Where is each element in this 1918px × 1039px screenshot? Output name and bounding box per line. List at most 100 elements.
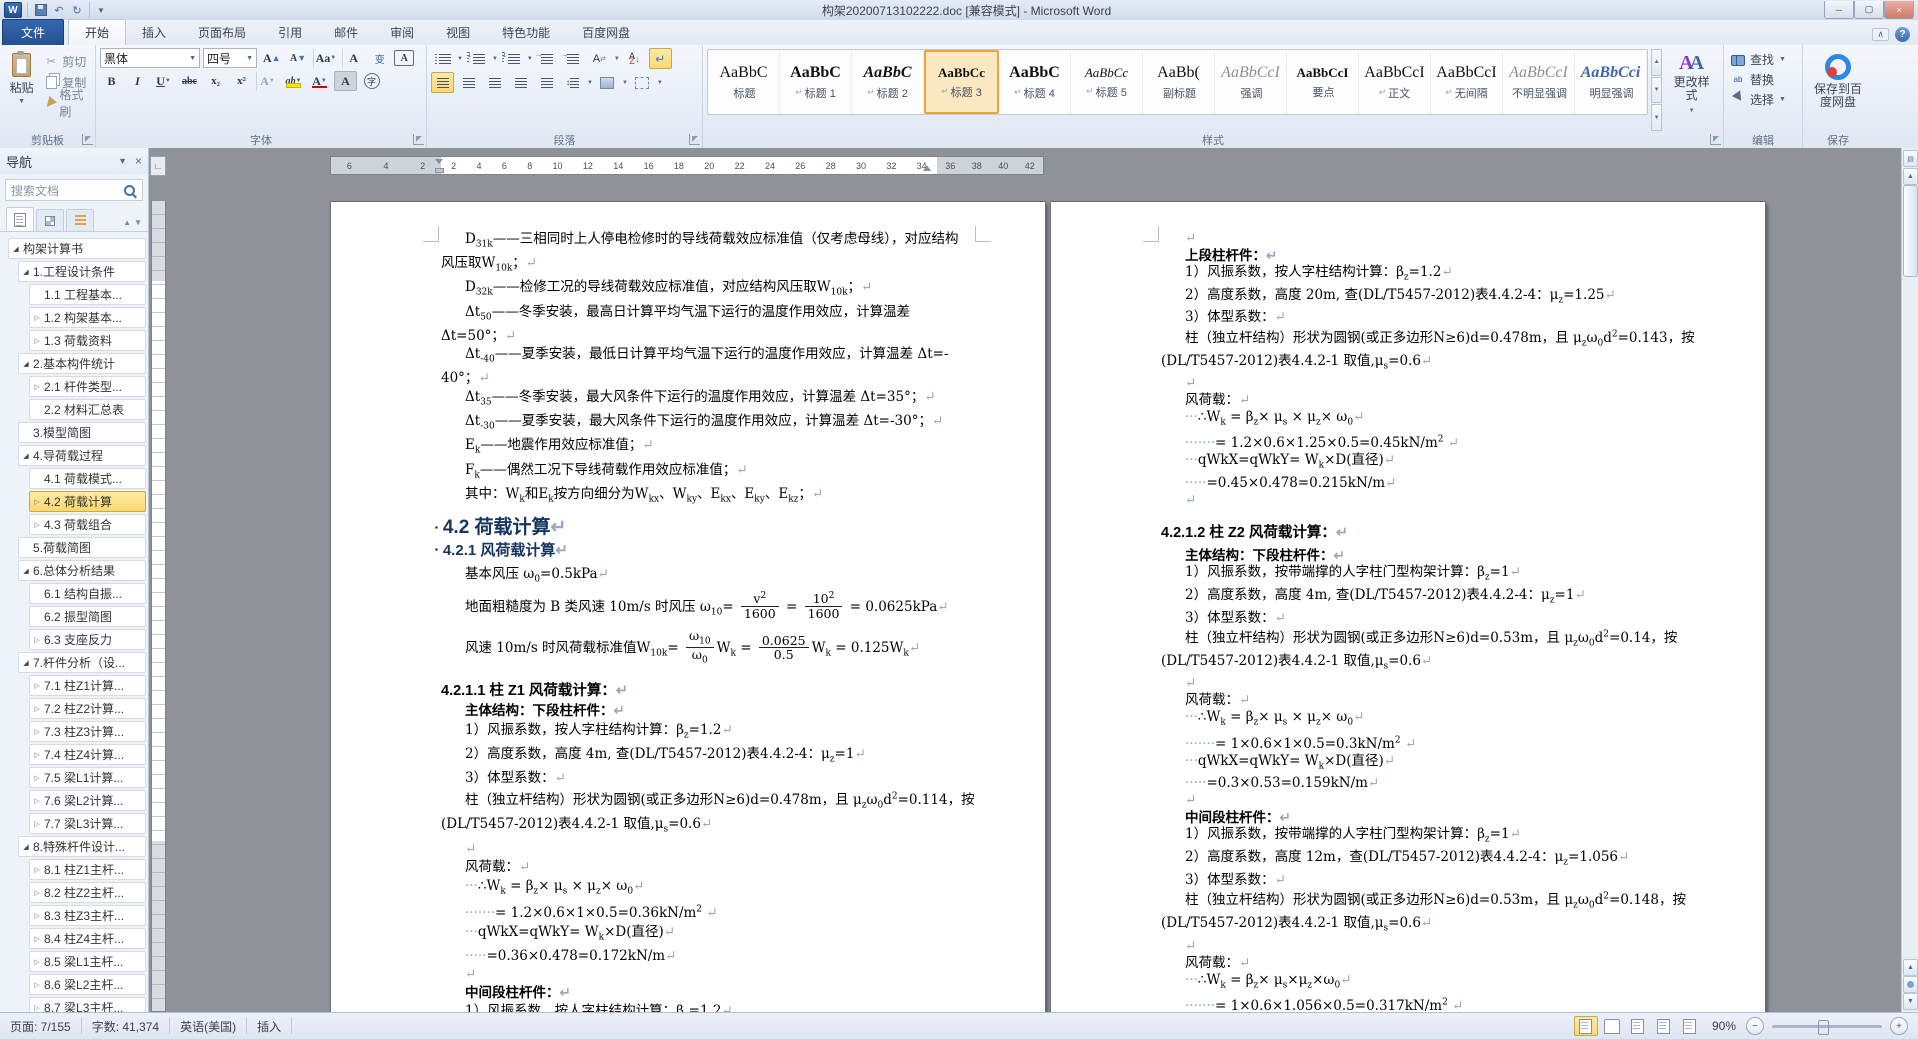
expand-collapse-icon[interactable] [30,981,44,989]
ruler-toggle-icon[interactable]: ▤ [1903,150,1918,167]
insert-mode-indicator[interactable]: 插入 [247,1018,292,1034]
heading-item[interactable]: 4.3 荷载组合 [29,514,146,535]
undo-button[interactable]: ↶ [51,2,67,18]
ribbon-tab[interactable]: 页面布局 [182,20,262,45]
font-size-select[interactable]: 四号▼ [203,48,257,68]
previous-page-icon[interactable]: ▲ [1903,959,1918,976]
shrink-font-button[interactable]: A▼ [287,48,310,68]
borders-button[interactable] [631,72,654,93]
expand-collapse-icon[interactable] [30,521,44,529]
expand-collapse-icon[interactable] [19,843,33,851]
paste-button[interactable]: 粘贴 ▼ [4,48,39,131]
heading-item[interactable]: 5.荷载简图 [18,537,146,558]
heading-item[interactable]: 2.1 杆件类型... [29,376,146,397]
style-item[interactable]: AaBbC 标题 [708,50,780,114]
expand-collapse-icon[interactable] [19,567,33,575]
expand-collapse-icon[interactable] [30,1004,44,1012]
replace-button[interactable]: ab替换 [1728,70,1789,88]
heading-item[interactable]: 8.6 梁L2主杆... [29,974,146,995]
minimize-button[interactable]: ─ [1824,1,1854,19]
expand-collapse-icon[interactable] [30,866,44,874]
heading-item[interactable]: 6.3 支座反力 [29,629,146,650]
asian-layout-button[interactable]: A⇄ [588,48,611,69]
style-item[interactable]: AaBbCcI 要点 [1287,50,1359,114]
heading-item[interactable]: 8.7 梁L3主杆... [29,997,146,1012]
tab-selector-icon[interactable]: ∟ [150,156,166,176]
style-item[interactable]: AaBbCcI 强调 [1215,50,1287,114]
browse-headings-tab[interactable] [6,207,34,231]
expand-collapse-icon[interactable] [30,774,44,782]
ribbon-tab[interactable]: 邮件 [318,20,374,45]
previous-heading-icon[interactable]: ▲ [123,218,131,227]
ribbon-tab[interactable]: 开始 [68,19,126,45]
style-item[interactable]: AaBbC ↵标题 2 [852,50,924,114]
redo-button[interactable]: ↻ [69,2,85,18]
change-case-button[interactable]: Aa▼ [313,48,340,68]
show-formatting-marks-button[interactable]: ↵ [649,48,672,69]
style-item[interactable]: AaBbC ↵标题 1 [780,50,852,114]
expand-collapse-icon[interactable] [19,452,33,460]
text-effects-button[interactable]: A▼ [256,71,279,91]
expand-collapse-icon[interactable] [30,705,44,713]
search-input[interactable]: 搜索文档 [5,179,143,201]
zoom-in-button[interactable]: + [1890,1017,1908,1035]
style-item[interactable]: AaBbC ↵标题 4 [999,50,1071,114]
paragraph-dialog-launcher-icon[interactable] [689,134,700,145]
style-item[interactable]: AaBbCc ↵标题 3 [924,50,999,114]
expand-collapse-icon[interactable] [30,751,44,759]
heading-item[interactable]: 7.1 柱Z1计算... [29,675,146,696]
align-right-button[interactable] [483,72,506,93]
expand-collapse-icon[interactable] [9,245,23,253]
distribute-button[interactable] [535,72,558,93]
language-indicator[interactable]: 英语(美国) [170,1018,247,1034]
sort-button[interactable]: AZ↓ [623,48,646,69]
heading-item[interactable]: 8.5 梁L1主杆... [29,951,146,972]
style-item[interactable]: AaBbCcI 不明显强调 [1503,50,1575,114]
full-screen-reading-button[interactable] [1600,1016,1624,1036]
scrollbar-thumb[interactable] [1903,185,1918,277]
heading-item[interactable]: 7.7 梁L3计算... [29,813,146,834]
find-button[interactable]: 查找▼ [1728,50,1789,68]
heading-item[interactable]: 7.6 梁L2计算... [29,790,146,811]
zoom-level[interactable]: 90% [1704,1019,1744,1033]
close-button[interactable]: × [1884,1,1914,19]
font-dialog-launcher-icon[interactable] [413,134,424,145]
ribbon-tab[interactable]: 百度网盘 [566,20,646,45]
expand-collapse-icon[interactable] [19,659,33,667]
heading-item[interactable]: 7.2 柱Z2计算... [29,698,146,719]
nav-dropdown-icon[interactable]: ▼ [118,156,127,166]
ribbon-tab[interactable]: 特色功能 [486,20,566,45]
scroll-up-icon[interactable]: ▲ [1903,168,1918,185]
justify-button[interactable] [509,72,532,93]
vertical-scrollbar[interactable]: ▤ ▲ ▲ ▼ [1901,148,1918,1012]
expand-collapse-icon[interactable] [30,935,44,943]
style-item[interactable]: AaBbCc ↵标题 5 [1071,50,1143,114]
heading-item[interactable]: 1.1 工程基本... [29,284,146,305]
ribbon-tab[interactable]: 插入 [126,20,182,45]
style-item[interactable]: AaBbCci 明显强调 [1575,50,1647,114]
expand-collapse-icon[interactable] [30,498,44,506]
expand-collapse-icon[interactable] [30,383,44,391]
heading-item[interactable]: 7.杆件分析（设... [18,652,146,673]
clear-formatting-button[interactable]: A [342,48,365,68]
heading-item[interactable]: 4.导荷载过程 [18,445,146,466]
strikethrough-button[interactable]: abc [178,71,201,91]
draft-view-button[interactable] [1678,1016,1702,1036]
decrease-indent-button[interactable] [536,48,559,69]
bullets-button[interactable] [431,48,454,69]
expand-collapse-icon[interactable] [30,912,44,920]
heading-item[interactable]: 2.基本构件统计 [18,353,146,374]
ribbon-tab[interactable]: 审阅 [374,20,430,45]
heading-item[interactable]: 7.5 梁L1计算... [29,767,146,788]
expand-collapse-icon[interactable] [30,820,44,828]
heading-item[interactable]: 8.2 柱Z2主杆... [29,882,146,903]
italic-button[interactable]: I [126,71,149,91]
heading-item[interactable]: 1.3 荷载资料 [29,330,146,351]
align-center-button[interactable] [457,72,480,93]
horizontal-ruler[interactable]: 642 246810121416182022242628303234 36384… [330,156,1044,175]
expand-collapse-icon[interactable] [30,728,44,736]
select-browse-object-icon[interactable] [1903,976,1918,993]
heading-item[interactable]: 8.3 柱Z3主杆... [29,905,146,926]
heading-item[interactable]: 7.3 柱Z3计算... [29,721,146,742]
expand-collapse-icon[interactable] [30,682,44,690]
